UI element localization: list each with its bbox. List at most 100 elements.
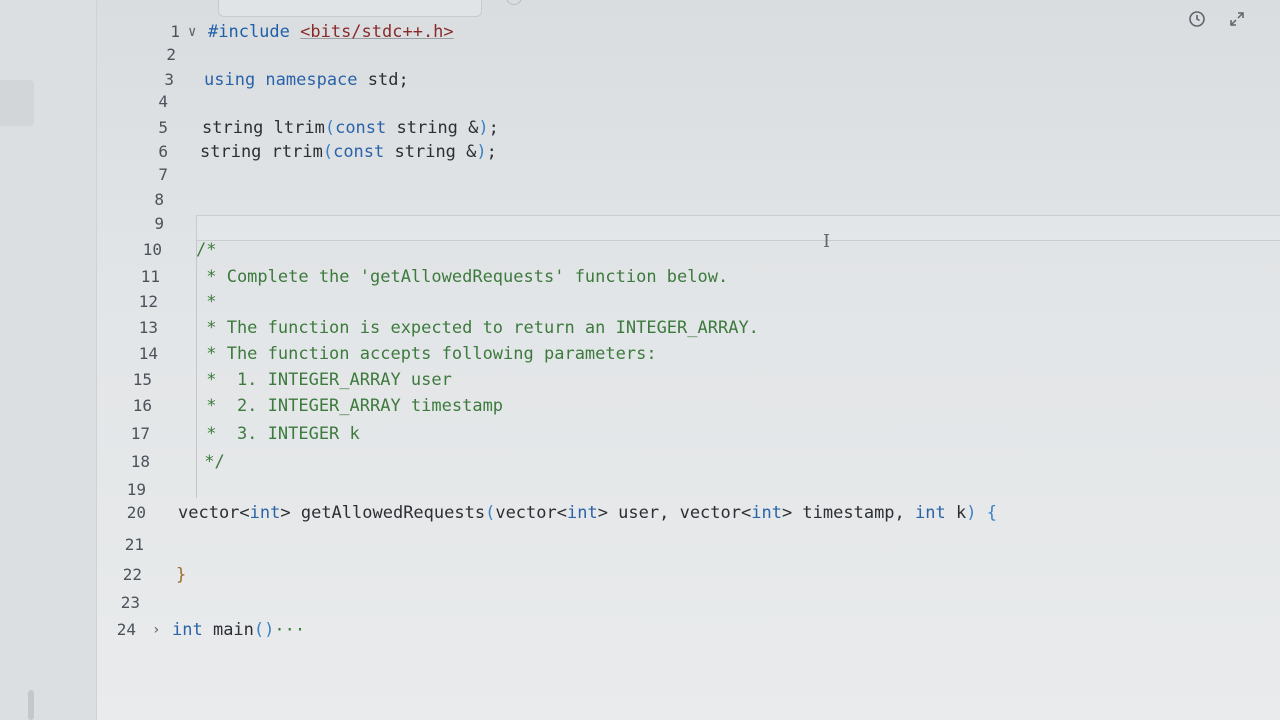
code-token: * 3. INTEGER k: [196, 424, 360, 444]
top-tab[interactable]: [218, 0, 482, 17]
code-token: const: [335, 118, 387, 138]
code-line[interactable]: 6 string rtrim(const string &);: [96, 140, 1280, 164]
code-line[interactable]: 24 › int main()···: [96, 618, 1280, 642]
code-line[interactable]: 19: [96, 478, 1280, 502]
line-number: 5: [158, 118, 168, 137]
code-token: #include: [208, 22, 301, 42]
code-token: vector<: [495, 503, 567, 523]
code-token: */: [194, 452, 225, 472]
code-text[interactable]: /*: [196, 238, 216, 262]
code-token: * 1. INTEGER_ARRAY user: [196, 370, 452, 390]
code-token: k: [945, 503, 967, 523]
code-text[interactable]: * The function accepts following paramet…: [196, 342, 656, 366]
code-token: int: [751, 503, 782, 523]
fold-expand-icon[interactable]: ›: [152, 618, 160, 642]
code-line[interactable]: 15 * 1. INTEGER_ARRAY user: [96, 368, 1280, 392]
code-line[interactable]: 17 * 3. INTEGER k: [96, 422, 1280, 446]
line-number: 21: [124, 535, 144, 554]
code-text[interactable]: * 3. INTEGER k: [196, 422, 360, 446]
code-text[interactable]: string ltrim(const string &);: [202, 116, 499, 140]
code-line[interactable]: 3 using namespace std;: [96, 68, 1280, 92]
code-line[interactable]: 4: [96, 90, 1280, 114]
code-token: (: [324, 118, 336, 138]
code-line[interactable]: 2: [96, 43, 1280, 67]
code-line[interactable]: 18 */: [96, 450, 1280, 474]
code-token: using namespace: [204, 70, 368, 90]
code-line[interactable]: 21: [96, 533, 1280, 557]
code-text[interactable]: #include <bits/stdc++.h>: [208, 20, 454, 44]
line-number: 7: [158, 165, 168, 184]
code-token: int: [172, 620, 203, 640]
screen: I 1 ∨ #include <bits/stdc++.h> 2 3 using name…: [0, 0, 1280, 720]
fold-collapse-icon[interactable]: ∨: [188, 20, 196, 44]
code-token: int: [915, 503, 946, 523]
line-number: 16: [132, 396, 152, 415]
line-number: 9: [154, 214, 164, 233]
line-number: 14: [138, 344, 158, 363]
code-text[interactable]: * 1. INTEGER_ARRAY user: [196, 368, 452, 392]
editor-topbar: [96, 0, 1280, 27]
code-text[interactable]: *: [196, 290, 216, 314]
code-line[interactable]: 14 * The function accepts following para…: [96, 342, 1280, 366]
code-line[interactable]: 20 vector<int> getAllowedRequests(vector<…: [96, 501, 1280, 525]
code-token: <bits/stdc++.h>: [300, 22, 454, 42]
code-text[interactable]: vector<int> getAllowedRequests(vector<in…: [178, 501, 997, 525]
code-token: string rtrim: [200, 142, 323, 162]
code-token: (: [322, 142, 334, 162]
code-token: /*: [196, 240, 217, 260]
code-line[interactable]: 1 ∨ #include <bits/stdc++.h>: [96, 20, 1280, 44]
line-number: 1: [170, 22, 180, 41]
line-number: 10: [142, 240, 162, 259]
code-token: > user, vector<: [597, 503, 752, 523]
code-text[interactable]: * 2. INTEGER_ARRAY timestamp: [196, 394, 503, 418]
code-line[interactable]: 7: [96, 163, 1280, 187]
line-number: 20: [126, 503, 146, 522]
top-toggle[interactable]: [506, 0, 522, 5]
line-number: 15: [132, 370, 152, 389]
code-token: std;: [367, 70, 409, 90]
code-line[interactable]: 22}: [96, 563, 1280, 587]
line-number: 23: [120, 593, 140, 612]
code-text[interactable]: }: [176, 563, 186, 587]
code-text[interactable]: int main()···: [172, 618, 305, 642]
line-number: 3: [164, 70, 174, 89]
code-token: * The function is expected to return an …: [196, 318, 759, 338]
code-token: ;: [486, 142, 497, 162]
code-token: (: [485, 503, 496, 523]
line-number: 19: [126, 480, 146, 499]
line-number: 8: [154, 190, 164, 209]
side-panel-scrollbar[interactable]: [28, 690, 34, 720]
line-number: 18: [130, 452, 150, 471]
code-line[interactable]: 23: [96, 591, 1280, 615]
code-text[interactable]: * Complete the 'getAllowedRequests' func…: [196, 265, 728, 289]
code-editor[interactable]: I 1 ∨ #include <bits/stdc++.h> 2 3 using name…: [96, 18, 1280, 720]
line-number: 24: [116, 620, 136, 639]
code-line[interactable]: 8: [96, 188, 1280, 212]
code-token: * 2. INTEGER_ARRAY timestamp: [196, 396, 504, 416]
code-text[interactable]: */: [194, 450, 225, 474]
line-number: 22: [122, 565, 142, 584]
code-token: string &: [386, 118, 479, 138]
code-token: *: [196, 292, 217, 312]
code-text[interactable]: string rtrim(const string &);: [200, 140, 497, 164]
line-number: 2: [166, 45, 176, 64]
code-token: }: [176, 565, 187, 585]
code-line[interactable]: 10 /*: [96, 238, 1280, 262]
code-token: main: [202, 620, 254, 640]
code-line[interactable]: 12 *: [96, 290, 1280, 314]
line-number: 12: [138, 292, 158, 311]
code-token: string &: [384, 142, 477, 162]
code-text[interactable]: * The function is expected to return an …: [196, 316, 759, 340]
code-token: * Complete the 'getAllowedRequests' func…: [196, 267, 729, 287]
code-line[interactable]: 16 * 2. INTEGER_ARRAY timestamp: [96, 394, 1280, 418]
code-text[interactable]: using namespace std;: [204, 68, 409, 92]
code-line[interactable]: 9: [96, 212, 1280, 236]
side-panel-tab[interactable]: [0, 80, 34, 126]
code-token: ;: [488, 118, 499, 138]
code-token: ···: [274, 620, 306, 640]
code-line[interactable]: 5 string ltrim(const string &);: [96, 116, 1280, 140]
code-line[interactable]: 13 * The function is expected to return …: [96, 316, 1280, 340]
code-line[interactable]: 11 * Complete the 'getAllowedRequests' f…: [96, 265, 1280, 289]
line-number: 13: [138, 318, 158, 337]
code-token: > getAllowedRequests: [280, 503, 486, 523]
